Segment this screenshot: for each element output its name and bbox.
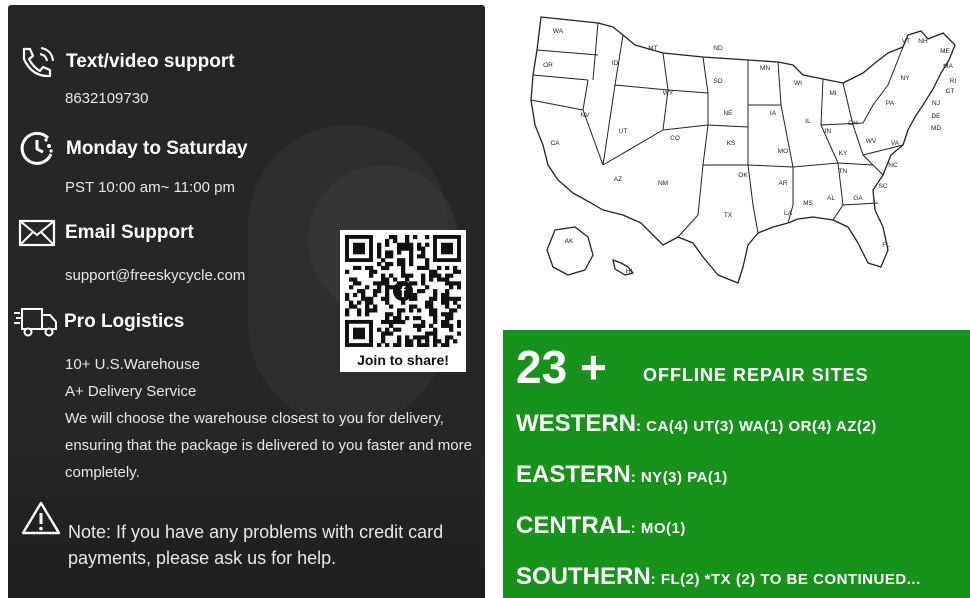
state-label-ca: CA — [550, 140, 560, 147]
repair-label: OFFLINE REPAIR SITES — [643, 365, 869, 385]
state-label-sd: SD — [713, 78, 722, 85]
region-sites: : NY(3) PA(1) — [630, 469, 728, 486]
state-label-tn: TN — [839, 168, 848, 175]
state-label-md: MD — [931, 125, 941, 132]
hours-title: Monday to Saturday — [66, 138, 248, 159]
state-label-nd: ND — [713, 45, 723, 52]
state-label-ga: GA — [853, 195, 863, 202]
repair-sites-box: 23 + OFFLINE REPAIR SITES WESTERN: CA(4)… — [503, 330, 970, 598]
state-label-in: IN — [825, 128, 832, 135]
state-label-nc: NC — [888, 162, 898, 169]
warehouse-text: 10+ U.S.Warehouse — [65, 356, 200, 373]
state-label-az: AZ — [614, 176, 622, 183]
text-support-row: Text/video support — [18, 45, 235, 79]
state-label-de: DE — [931, 113, 941, 120]
region-sites: : MO(1) — [630, 520, 686, 537]
state-label-co: CO — [670, 135, 680, 142]
state-label-ut: UT — [619, 128, 628, 135]
state-label-ok: OK — [738, 172, 748, 179]
qr-code-card[interactable]: f Join to share! — [340, 230, 466, 372]
state-label-ct: CT — [946, 88, 955, 95]
state-label-mi: MI — [829, 90, 836, 97]
warning-icon — [20, 500, 62, 536]
state-label-ri: RI — [950, 78, 957, 85]
state-label-wv: WV — [866, 138, 877, 145]
logistics-row: Pro Logistics — [14, 305, 184, 339]
clock-icon — [18, 130, 56, 168]
region-southern: SOUTHERN: FL(2) *TX (2) TO BE CONTINUED.… — [516, 563, 921, 591]
region-name: CENTRAL — [516, 512, 631, 539]
state-label-ar: AR — [778, 180, 787, 187]
region-name: WESTERN — [516, 410, 636, 437]
payment-note: Note: If you have any problems with cred… — [68, 522, 444, 568]
logistics-description: We will choose the warehouse closest to … — [65, 410, 472, 481]
state-label-ak: AK — [565, 238, 574, 245]
state-label-nj: NJ — [932, 100, 940, 107]
qr-caption: Join to share! — [357, 352, 449, 368]
us-map-outline: WA OR CA NV ID MT WY UT AZ CO NM ND SD NE KS OK TX MN IA MO… — [530, 16, 957, 284]
truck-icon — [14, 305, 58, 339]
region-sites: : CA(4) UT(3) WA(1) OR(4) AZ(2) — [636, 418, 877, 435]
state-label-sc: SC — [878, 183, 887, 190]
state-label-nh: NH — [918, 38, 928, 45]
state-label-pa: PA — [886, 100, 895, 107]
state-label-oh: OH — [848, 120, 858, 127]
email-address[interactable]: support@freeskycycle.com — [65, 267, 245, 284]
state-label-wi: WI — [794, 80, 802, 87]
state-label-id: ID — [612, 60, 619, 67]
state-label-al: AL — [827, 195, 835, 202]
email-title: Email Support — [65, 222, 194, 243]
state-label-ny: NY — [900, 75, 910, 82]
state-label-wa: WA — [553, 28, 564, 35]
state-label-me: ME — [940, 48, 950, 55]
state-label-la: LA — [784, 210, 793, 217]
region-name: SOUTHERN — [516, 563, 651, 590]
hours-text: PST 10:00 am~ 11:00 pm — [65, 179, 235, 196]
state-label-wy: WY — [663, 90, 674, 97]
hours-row: Monday to Saturday — [18, 130, 248, 168]
phone-number: 8632109730 — [65, 90, 149, 107]
us-map: WA OR CA NV ID MT WY UT AZ CO NM ND SD NE KS OK TX MN IA MO… — [503, 5, 970, 327]
state-label-tx: TX — [724, 212, 733, 219]
state-label-mt: MT — [648, 45, 657, 52]
repair-count: 23 + — [516, 341, 607, 393]
phone-icon — [18, 45, 58, 79]
state-label-or: OR — [543, 62, 553, 69]
state-label-ma: MA — [943, 63, 953, 70]
region-eastern: EASTERN: NY(3) PA(1) — [516, 461, 728, 489]
logistics-title: Pro Logistics — [64, 311, 185, 332]
region-sites: : FL(2) *TX (2) TO BE CONTINUED... — [650, 571, 921, 588]
state-label-mn: MN — [760, 65, 770, 72]
text-support-title: Text/video support — [66, 51, 235, 72]
region-western: WESTERN: CA(4) UT(3) WA(1) OR(4) AZ(2) — [516, 410, 877, 438]
state-label-va: VA — [891, 140, 900, 147]
state-label-ms: MS — [803, 200, 813, 207]
region-central: CENTRAL: MO(1) — [516, 512, 686, 540]
state-label-hi: HI — [626, 268, 633, 275]
state-label-nv: NV — [580, 112, 590, 119]
support-panel: Text/video support 8632109730 Monday to … — [8, 5, 485, 598]
email-row: Email Support — [18, 219, 194, 247]
state-label-ia: IA — [770, 110, 777, 117]
qr-code: f — [345, 235, 461, 347]
state-label-ks: KS — [727, 140, 736, 147]
repair-panel: WA OR CA NV ID MT WY UT AZ CO NM ND SD NE KS OK TX MN IA MO… — [503, 5, 970, 598]
state-label-il: IL — [805, 118, 811, 125]
state-label-nm: NM — [658, 180, 668, 187]
envelope-icon — [18, 219, 56, 247]
state-label-mo: MO — [778, 148, 788, 155]
region-name: EASTERN — [516, 461, 631, 488]
state-label-vt: VT — [902, 38, 910, 45]
state-label-fl: FL — [882, 242, 890, 249]
delivery-text: A+ Delivery Service — [65, 383, 197, 400]
state-label-ky: KY — [839, 150, 848, 157]
state-label-ne: NE — [723, 110, 733, 117]
